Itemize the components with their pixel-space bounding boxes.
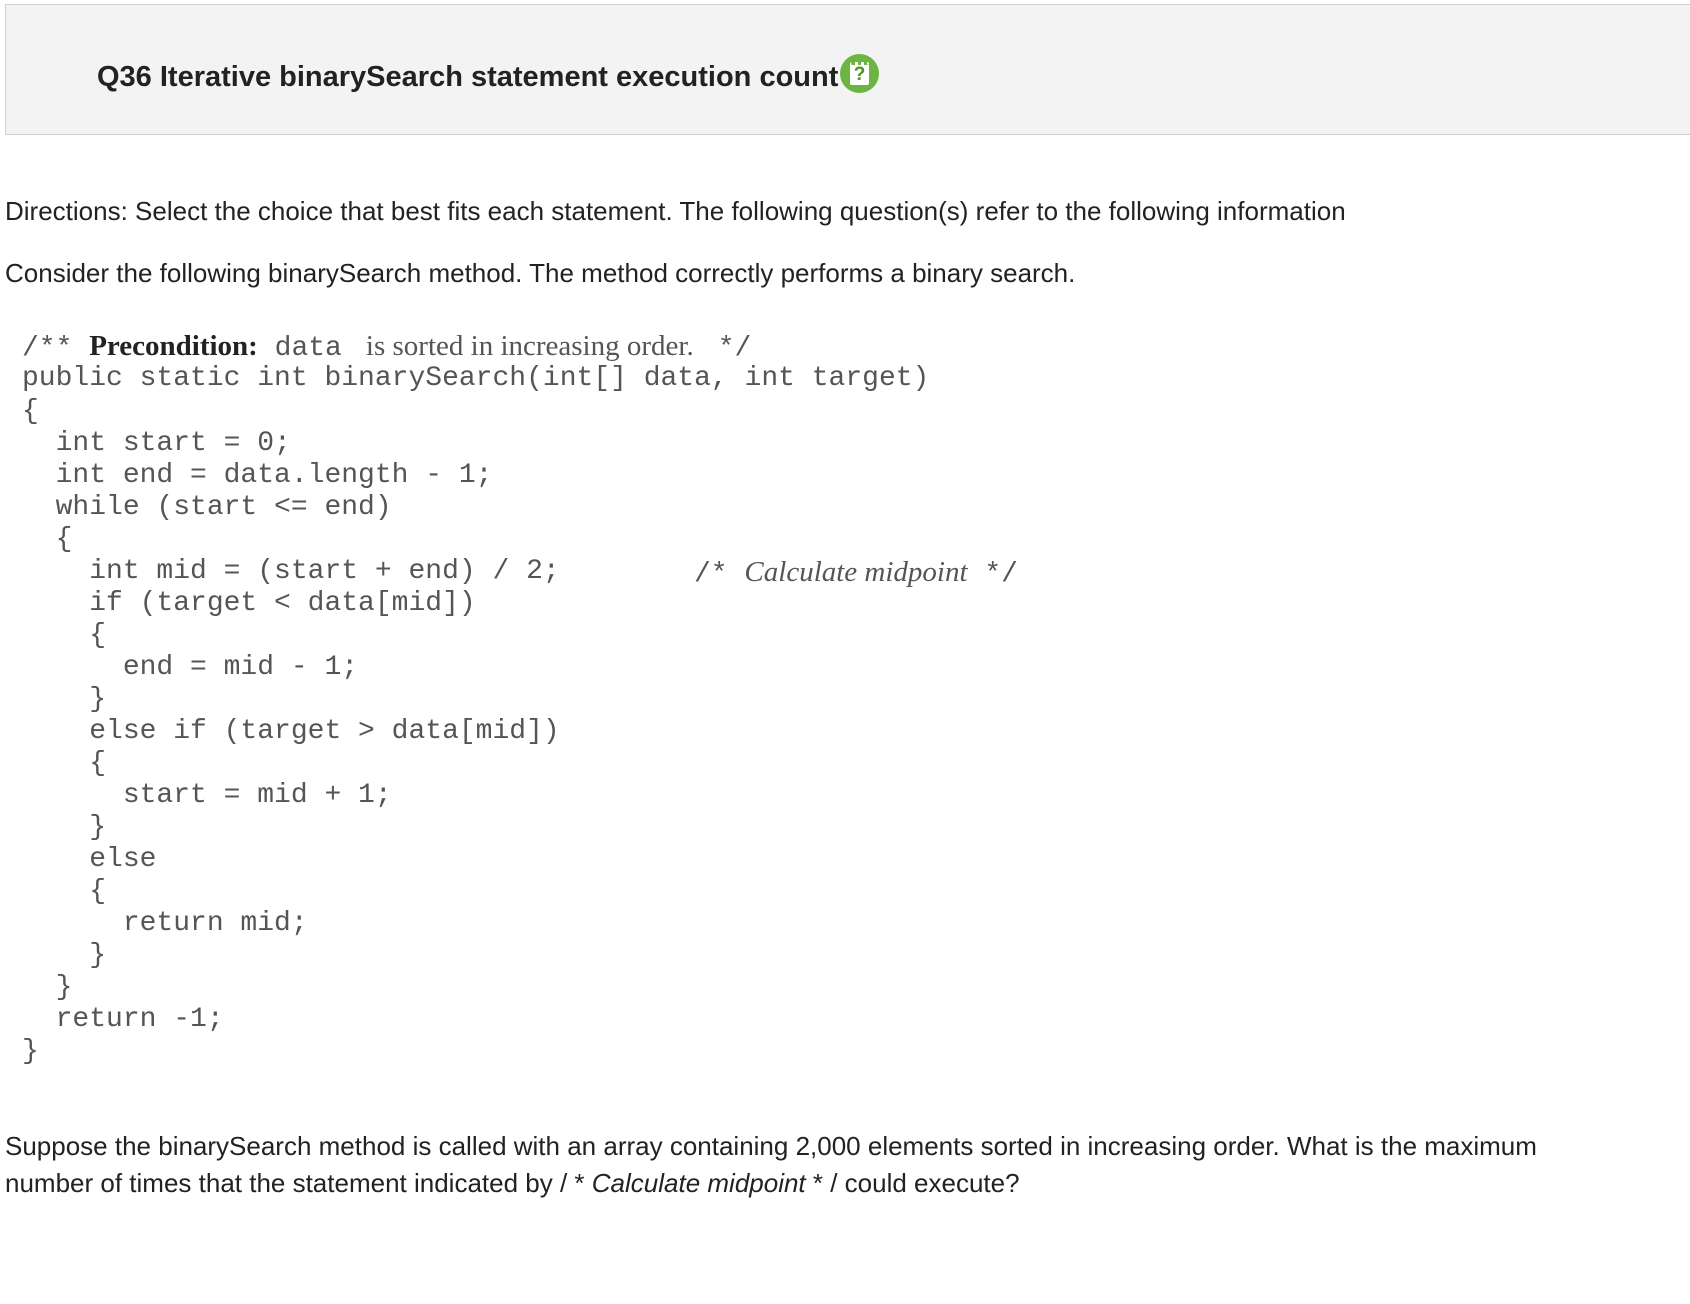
code-line: public static int binarySearch(int[] dat… (22, 363, 930, 394)
code-line: return mid; (22, 908, 308, 939)
mid-comment-close: */ (967, 559, 1018, 590)
code-line: return -1; (22, 1004, 224, 1035)
comment-close: */ (700, 333, 752, 364)
code-line: int end = data.length - 1; (22, 460, 493, 491)
intro-text: Consider the following binarySearch meth… (5, 258, 1076, 288)
code-line: } (22, 1036, 39, 1067)
code-line: int start = 0; (22, 428, 291, 459)
precondition-text: is sorted in increasing order. (358, 330, 701, 362)
precondition-comment: /** Precondition: data is sorted in incr… (22, 330, 752, 364)
question-text: Suppose the binarySearch method is calle… (5, 1128, 1625, 1202)
code-line: { (22, 876, 107, 907)
code-line: { (22, 620, 107, 651)
code-line: } (22, 684, 107, 715)
comment-open: /** (22, 333, 90, 364)
precondition-var: data (257, 333, 359, 364)
code-line: if (target < data[mid]) (22, 588, 476, 619)
mid-comment-open: /* (694, 559, 745, 590)
code-line: } (22, 812, 107, 843)
code-block: /** Precondition: data is sorted in incr… (22, 330, 1122, 1070)
code-line: start = mid + 1; (22, 780, 392, 811)
help-question-mark: ? (850, 62, 869, 85)
directions-text: Directions: Select the choice that best … (5, 196, 1346, 226)
code-line: int mid = (start + end) / 2; (22, 556, 560, 587)
code-line: else (22, 844, 157, 875)
code-line: { (22, 524, 73, 555)
question-title: Q36 Iterative binarySearch statement exe… (97, 61, 839, 93)
question-part2: * / could execute? (805, 1168, 1020, 1198)
code-line: { (22, 396, 39, 427)
question-header: Q36 Iterative binarySearch statement exe… (5, 4, 1690, 135)
mid-comment-text: Calculate midpoint (744, 556, 968, 588)
code-line: else if (target > data[mid]) (22, 716, 560, 747)
code-line: while (start <= end) (22, 492, 392, 523)
help-question-icon[interactable]: ? (840, 54, 879, 93)
code-line: } (22, 940, 107, 971)
question-emphasis: Calculate midpoint (591, 1168, 806, 1198)
midpoint-comment: /* Calculate midpoint */ (694, 556, 1018, 590)
code-line: end = mid - 1; (22, 652, 359, 683)
code-line: { (22, 748, 107, 779)
precondition-label: Precondition: (89, 330, 258, 362)
code-line: } (22, 972, 73, 1003)
